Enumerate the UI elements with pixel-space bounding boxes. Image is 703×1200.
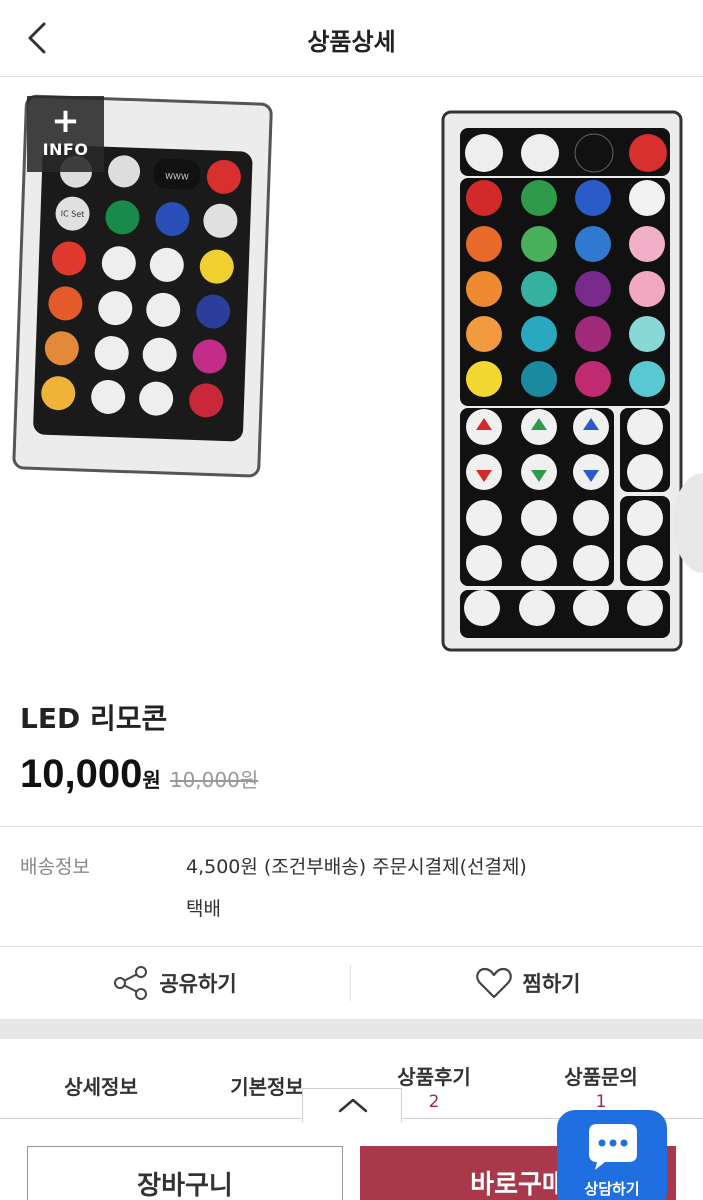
divider <box>350 965 351 1001</box>
wish-button[interactable]: 찜하기 <box>352 947 703 1019</box>
shipping-label: 배송정보 <box>20 856 90 878</box>
product-image[interactable]: WWW IC Set <box>0 78 703 668</box>
action-bar: 공유하기 찜하기 <box>0 947 703 1019</box>
product-photo: WWW IC Set <box>12 94 683 652</box>
divider <box>0 826 703 827</box>
shipping-value: 4,500원 (조건부배송) 주문시결제(선결제) <box>186 856 527 878</box>
right-remote-illustration <box>441 110 683 652</box>
share-button[interactable]: 공유하기 <box>0 947 350 1019</box>
share-icon <box>114 966 148 1000</box>
sale-price: 10,000 <box>20 752 143 796</box>
original-price: 10,000원 <box>169 768 259 792</box>
app-header: 상품상세 <box>0 0 703 77</box>
share-label: 공유하기 <box>159 972 237 996</box>
shipping-method: 택배 <box>186 898 221 920</box>
info-button[interactable]: + INFO <box>27 96 104 172</box>
wish-label: 찜하기 <box>522 972 581 996</box>
page-title: 상품상세 <box>307 28 396 56</box>
chat-label: 상담하기 <box>584 1180 640 1198</box>
tab-inquiries[interactable]: 상품문의 1 <box>516 1039 686 1119</box>
cart-button[interactable]: 장바구니 <box>27 1146 343 1200</box>
product-name: LED 리모콘 <box>20 702 168 735</box>
price-row: 10,000원 10,000원 <box>20 752 258 802</box>
svg-text:IC Set: IC Set <box>61 209 85 219</box>
product-detail-page: 상품상세 WWW IC Set + INFO LED 리모콘 10,000원 1… <box>0 0 703 1200</box>
svg-text:WWW: WWW <box>165 172 189 182</box>
chat-button[interactable]: 상담하기 <box>557 1110 667 1200</box>
info-label: INFO <box>42 140 89 159</box>
section-divider <box>0 1019 703 1039</box>
chat-bubble-icon <box>589 1124 637 1170</box>
tab-label: 상품문의 <box>564 1065 638 1089</box>
heart-icon <box>475 967 512 999</box>
plus-icon: + <box>51 101 80 141</box>
price-unit: 원 <box>142 768 161 792</box>
tab-label: 상품후기 <box>397 1065 471 1089</box>
tab-detail-info[interactable]: 상세정보 <box>16 1039 186 1119</box>
tab-label: 상세정보 <box>64 1075 138 1099</box>
chevron-up-icon <box>338 1098 368 1113</box>
tab-count: 1 <box>595 1092 607 1112</box>
collapse-button[interactable] <box>302 1088 402 1122</box>
